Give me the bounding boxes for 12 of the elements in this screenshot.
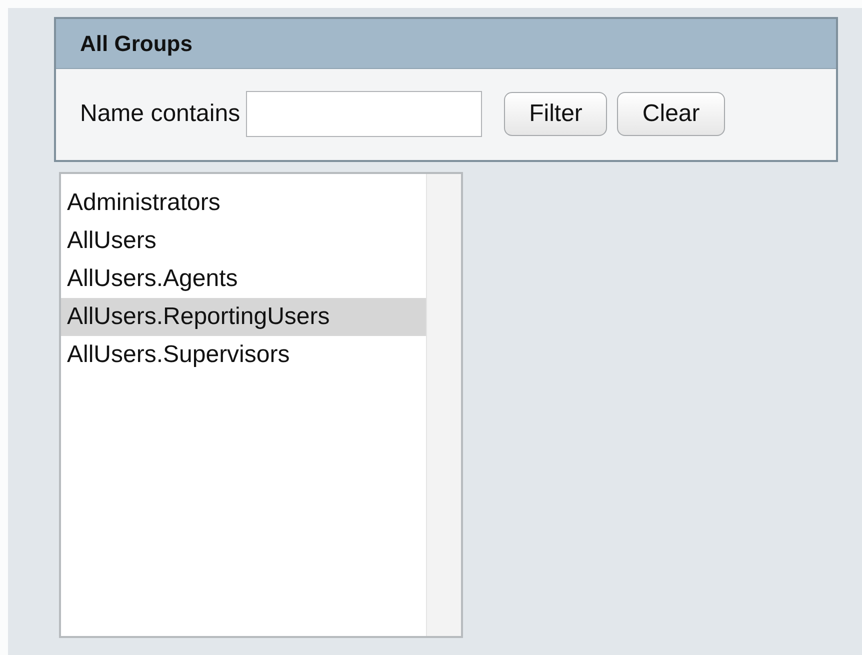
group-item[interactable]: Administrators — [61, 184, 428, 222]
filter-label: Name contains — [80, 100, 240, 128]
group-item[interactable]: AllUsers.ReportingUsers — [61, 298, 428, 336]
name-filter-field[interactable] — [246, 91, 482, 137]
clear-button[interactable]: Clear — [617, 92, 725, 136]
panel-title: All Groups — [80, 30, 192, 56]
scrollbar-track[interactable] — [426, 174, 461, 636]
group-list[interactable]: Administrators AllUsers AllUsers.Agents AllUsers.ReportingUsers AllUsers.Supervisors — [59, 172, 463, 638]
group-item[interactable]: AllUsers.Agents — [61, 260, 428, 298]
group-item[interactable]: AllUsers — [61, 222, 428, 260]
group-item[interactable]: AllUsers.Supervisors — [61, 336, 428, 374]
filter-button[interactable]: Filter — [504, 92, 608, 136]
